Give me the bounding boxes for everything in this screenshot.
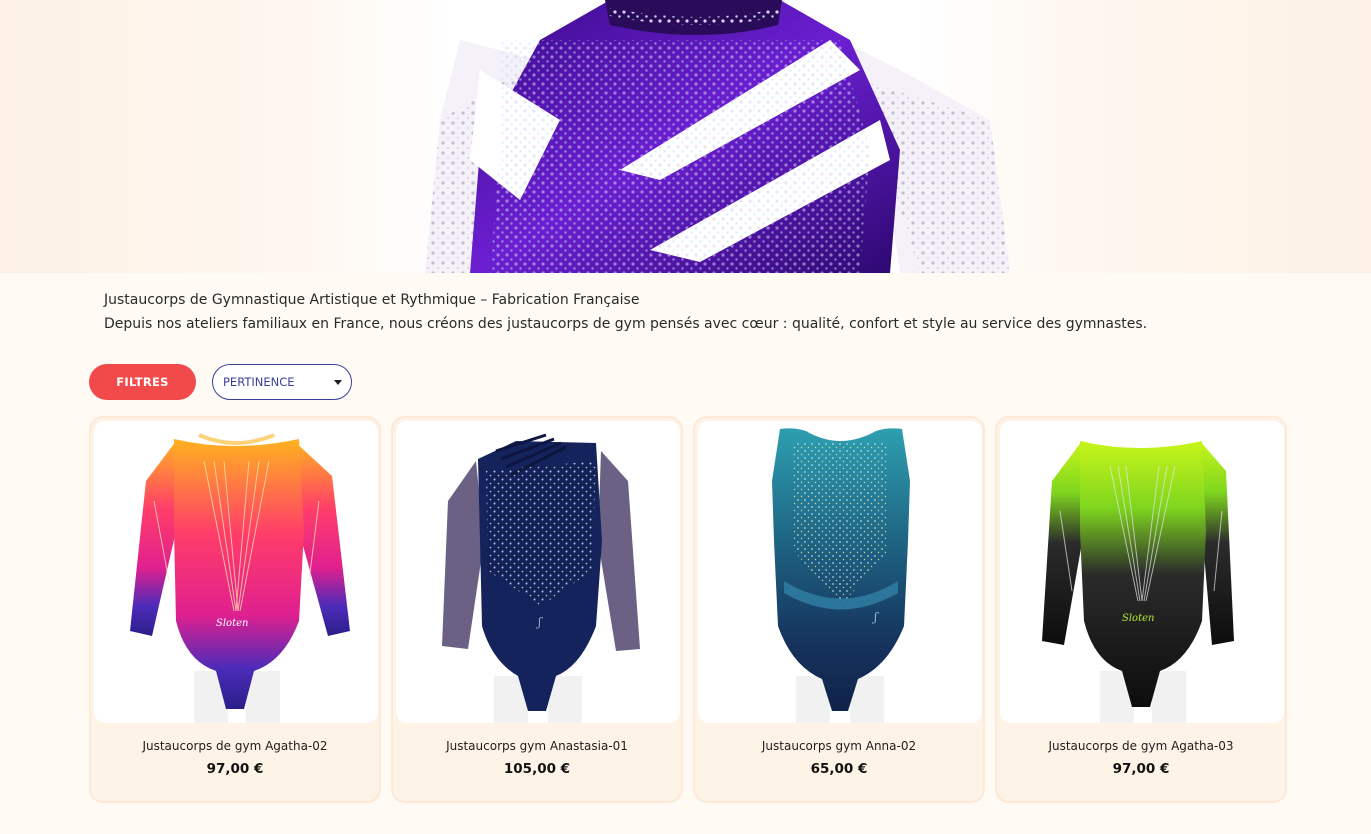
hero-banner xyxy=(0,0,1371,273)
product-image[interactable]: Sloten xyxy=(94,421,378,723)
leotard-agatha-03-image: Sloten xyxy=(1042,441,1234,723)
product-title[interactable]: Justaucorps de gym Agatha-02 xyxy=(91,739,379,753)
caret-down-icon xyxy=(334,380,342,385)
product-image[interactable]: Sloten xyxy=(1000,421,1284,723)
product-price: 97,00 € xyxy=(1112,761,1170,777)
product-price: 105,00 € xyxy=(503,761,571,777)
product-image[interactable]: ʃ xyxy=(396,421,680,723)
product-price: 65,00 € xyxy=(810,761,868,777)
leotard-agatha-02-image: Sloten xyxy=(130,433,350,723)
category-heading: Justaucorps de Gymnastique Artistique et… xyxy=(104,292,640,308)
product-image[interactable]: ʃ xyxy=(698,421,982,723)
svg-text:Sloten: Sloten xyxy=(216,618,248,629)
category-subtext: Depuis nos ateliers familiaux en France,… xyxy=(104,316,1148,332)
hero-leotard-image xyxy=(425,0,1010,273)
product-price: 97,00 € xyxy=(206,761,264,777)
product-card[interactable]: ʃ Justaucorps gym Anna-02 65,00 € xyxy=(693,416,985,803)
product-title[interactable]: Justaucorps gym Anna-02 xyxy=(695,739,983,753)
svg-text:Sloten: Sloten xyxy=(1122,613,1154,624)
product-card[interactable]: Sloten Justaucorps de gym Agatha-02 97,0… xyxy=(89,416,381,803)
product-card[interactable]: Sloten Justaucorps de gym Agatha-03 97,0… xyxy=(995,416,1287,803)
filters-button[interactable]: FILTRES xyxy=(89,364,196,400)
category-description: Justaucorps de Gymnastique Artistique et… xyxy=(104,288,1284,336)
sort-select-value: PERTINENCE xyxy=(223,375,295,389)
sort-select[interactable]: PERTINENCE xyxy=(212,364,352,400)
product-card[interactable]: ʃ Justaucorps gym Anastasia-01 105,00 € xyxy=(391,416,683,803)
product-title[interactable]: Justaucorps gym Anastasia-01 xyxy=(393,739,681,753)
product-title[interactable]: Justaucorps de gym Agatha-03 xyxy=(997,739,1285,753)
leotard-anna-02-image: ʃ xyxy=(772,428,910,723)
leotard-anastasia-01-image: ʃ xyxy=(442,433,640,723)
product-grid: Sloten Justaucorps de gym Agatha-02 97,0… xyxy=(89,416,1287,804)
